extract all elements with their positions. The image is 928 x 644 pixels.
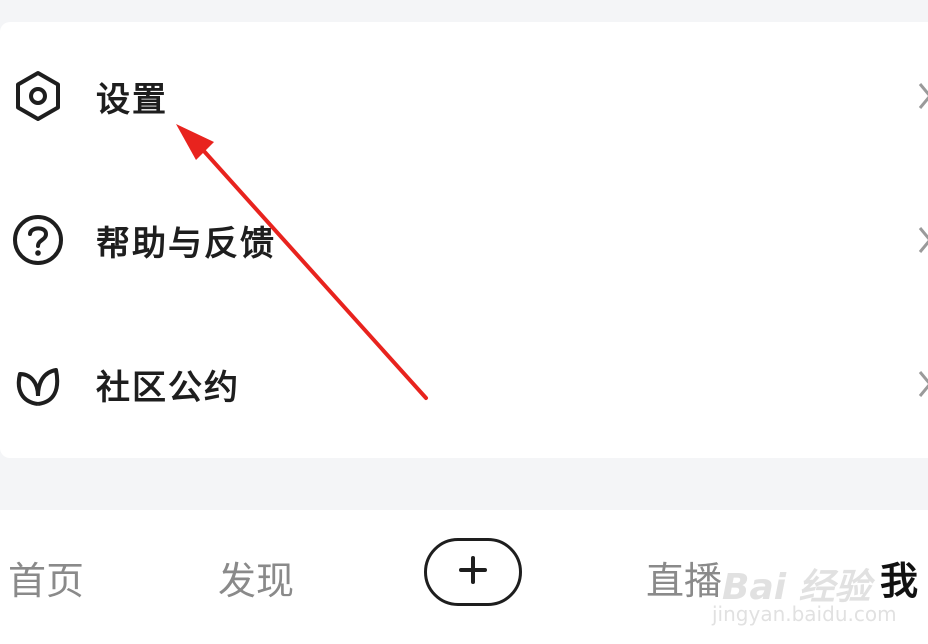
menu-item-label: 帮助与反馈 (96, 223, 276, 264)
baidu-jingyan-watermark: Bai 经验 jingyan.baidu.com (712, 540, 902, 630)
chevron-right-icon (912, 76, 928, 116)
watermark-url: jingyan.baidu.com (712, 602, 897, 626)
plus-icon (458, 555, 488, 589)
tab-home[interactable]: 首页 (8, 550, 84, 605)
chevron-right-icon (912, 364, 928, 404)
settings-hex-icon (10, 68, 66, 124)
tab-live[interactable]: 直播 (646, 550, 722, 605)
community-leaf-icon (10, 356, 66, 412)
menu-item-label: 社区公约 (96, 367, 240, 408)
menu-item-help-feedback[interactable]: 帮助与反馈 (0, 200, 928, 280)
menu-card: 设置 帮助与反馈 社区公约 (0, 22, 928, 458)
help-question-icon (10, 212, 66, 268)
menu-item-label: 设置 (96, 79, 168, 120)
tab-discover[interactable]: 发现 (218, 550, 294, 605)
chevron-right-icon (912, 220, 928, 260)
add-post-button[interactable] (424, 538, 522, 606)
menu-item-settings[interactable]: 设置 (0, 56, 928, 136)
menu-item-community-rules[interactable]: 社区公约 (0, 344, 928, 424)
